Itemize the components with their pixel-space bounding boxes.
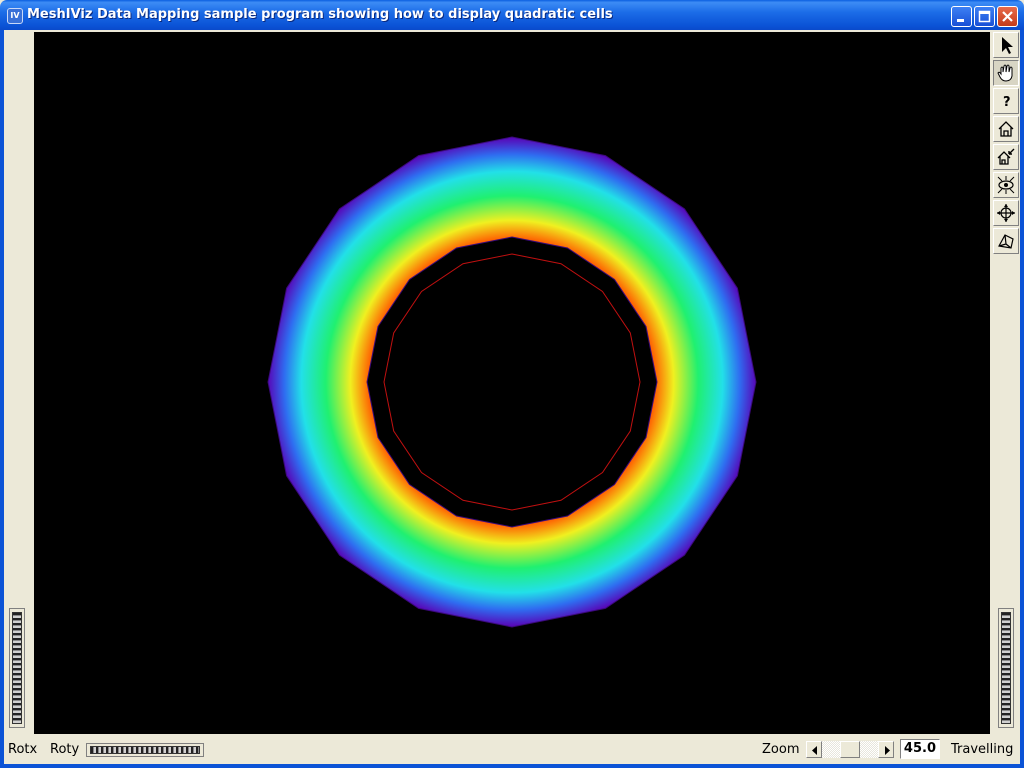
- perspective-icon: [998, 234, 1014, 249]
- minimize-button[interactable]: [951, 6, 972, 27]
- zoom-thumbwheel[interactable]: [998, 608, 1014, 728]
- close-button[interactable]: [997, 6, 1018, 27]
- window-frame-left: [0, 30, 4, 768]
- arrow-left-icon: [812, 746, 817, 755]
- maximize-icon: [978, 10, 991, 23]
- minimize-icon: [957, 19, 964, 22]
- close-icon: [1002, 11, 1013, 22]
- svg-text:?: ?: [1003, 95, 1011, 110]
- help-button[interactable]: ?: [993, 88, 1019, 114]
- zoom-slider[interactable]: [822, 741, 878, 758]
- set-home-button[interactable]: [993, 144, 1019, 170]
- window-title: MeshIViz Data Mapping sample program sho…: [27, 7, 613, 22]
- window-frame-bottom: [0, 764, 1024, 768]
- home-icon: [998, 121, 1014, 137]
- set-home-icon: [997, 148, 1015, 165]
- zoom-value-field[interactable]: 45.0: [900, 739, 940, 759]
- zoom-increase-button[interactable]: [878, 741, 894, 758]
- roty-thumbwheel[interactable]: [86, 743, 204, 757]
- seek-button[interactable]: [993, 200, 1019, 226]
- home-button[interactable]: [993, 116, 1019, 142]
- quadratic-cell-ring: [267, 136, 757, 628]
- rotx-label: Rotx: [8, 742, 38, 757]
- zoom-decrease-button[interactable]: [806, 741, 822, 758]
- maximize-button[interactable]: [974, 6, 995, 27]
- view-hand-icon: [997, 64, 1013, 82]
- arrow-right-icon: [885, 746, 890, 755]
- select-arrow-icon: [1002, 37, 1013, 54]
- rotx-thumbwheel[interactable]: [9, 608, 25, 728]
- app-icon: IV: [7, 8, 23, 24]
- help-icon: ?: [1003, 95, 1011, 110]
- perspective-button[interactable]: [993, 228, 1019, 254]
- select-tool-button[interactable]: [993, 32, 1019, 58]
- view-all-icon: [997, 176, 1015, 194]
- zoom-label: Zoom: [762, 742, 800, 757]
- view-all-button[interactable]: [993, 172, 1019, 198]
- window-frame-right: [1020, 30, 1024, 768]
- 3d-viewer[interactable]: [34, 32, 990, 734]
- view-tool-button[interactable]: [993, 60, 1019, 86]
- zoom-slider-thumb[interactable]: [840, 741, 860, 758]
- seek-icon: [997, 204, 1015, 222]
- window-title-bar[interactable]: IV MeshIViz Data Mapping sample program …: [0, 0, 1024, 30]
- roty-label: Roty: [50, 742, 80, 757]
- travelling-label: Travelling: [951, 742, 1014, 757]
